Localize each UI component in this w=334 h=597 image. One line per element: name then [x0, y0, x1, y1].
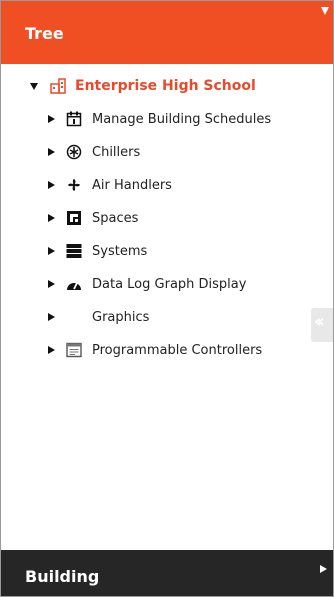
building-header[interactable]: Building [1, 550, 333, 596]
expand-toggle-icon[interactable] [48, 214, 55, 222]
tree-item-label: Data Log Graph Display [92, 276, 247, 292]
tree-item-systems[interactable]: Systems [48, 240, 147, 262]
expand-toggle-icon[interactable] [48, 115, 55, 123]
tree-root-label: Enterprise High School [75, 78, 256, 94]
gauge-icon [67, 280, 81, 290]
fan-icon [68, 179, 80, 191]
tree-item-manage-building-schedules[interactable]: Manage Building Schedules [48, 108, 271, 130]
tree-item-spaces[interactable]: Spaces [48, 207, 138, 229]
expand-toggle-icon[interactable] [48, 181, 55, 189]
expand-toggle-icon[interactable] [48, 346, 55, 354]
controller-icon [66, 342, 82, 358]
tree-view: Enterprise High School Manage Building S… [1, 64, 333, 550]
space-icon [67, 211, 81, 225]
tree-item-data-log-graph-display[interactable]: Data Log Graph Display [48, 273, 246, 295]
building-header-title: Building [25, 567, 100, 586]
expand-toggle-icon[interactable] [48, 313, 55, 321]
expand-toggle-icon[interactable] [48, 247, 55, 255]
expand-toggle-icon[interactable] [48, 148, 55, 156]
building-icon [50, 78, 66, 94]
tree-item-programmable-controllers[interactable]: Programmable Controllers [48, 339, 262, 361]
expand-toggle-icon[interactable] [30, 82, 38, 90]
tree-item-label: Spaces [92, 210, 139, 226]
tree-item-label: Manage Building Schedules [92, 111, 272, 127]
tree-panel: Tree Enterprise High School Manage Build… [0, 0, 334, 597]
expand-side-panel-button[interactable]: ‹‹ [311, 308, 333, 342]
tree-item-label: Programmable Controllers [92, 342, 263, 358]
tree-header-title: Tree [25, 24, 64, 43]
tree-item-chillers[interactable]: Chillers [48, 141, 140, 163]
calendar-icon [66, 111, 82, 127]
tree-item-label: Graphics [92, 309, 150, 325]
chiller-icon [66, 144, 82, 160]
tree-item-label: Chillers [92, 144, 141, 160]
tree-item-air-handlers[interactable]: Air Handlers [48, 174, 172, 196]
double-chevron-left-icon: ‹‹ [314, 311, 325, 332]
tree-header[interactable]: Tree [1, 1, 333, 64]
collapse-arrow-icon[interactable] [321, 7, 329, 15]
expand-toggle-icon[interactable] [48, 280, 55, 288]
tree-root-enterprise-high-school[interactable]: Enterprise High School [30, 75, 256, 97]
systems-icon [66, 244, 82, 258]
tree-item-label: Systems [92, 243, 148, 259]
tree-item-graphics[interactable]: Graphics [48, 306, 149, 328]
tree-item-label: Air Handlers [92, 177, 172, 193]
expand-arrow-icon[interactable] [320, 565, 327, 573]
